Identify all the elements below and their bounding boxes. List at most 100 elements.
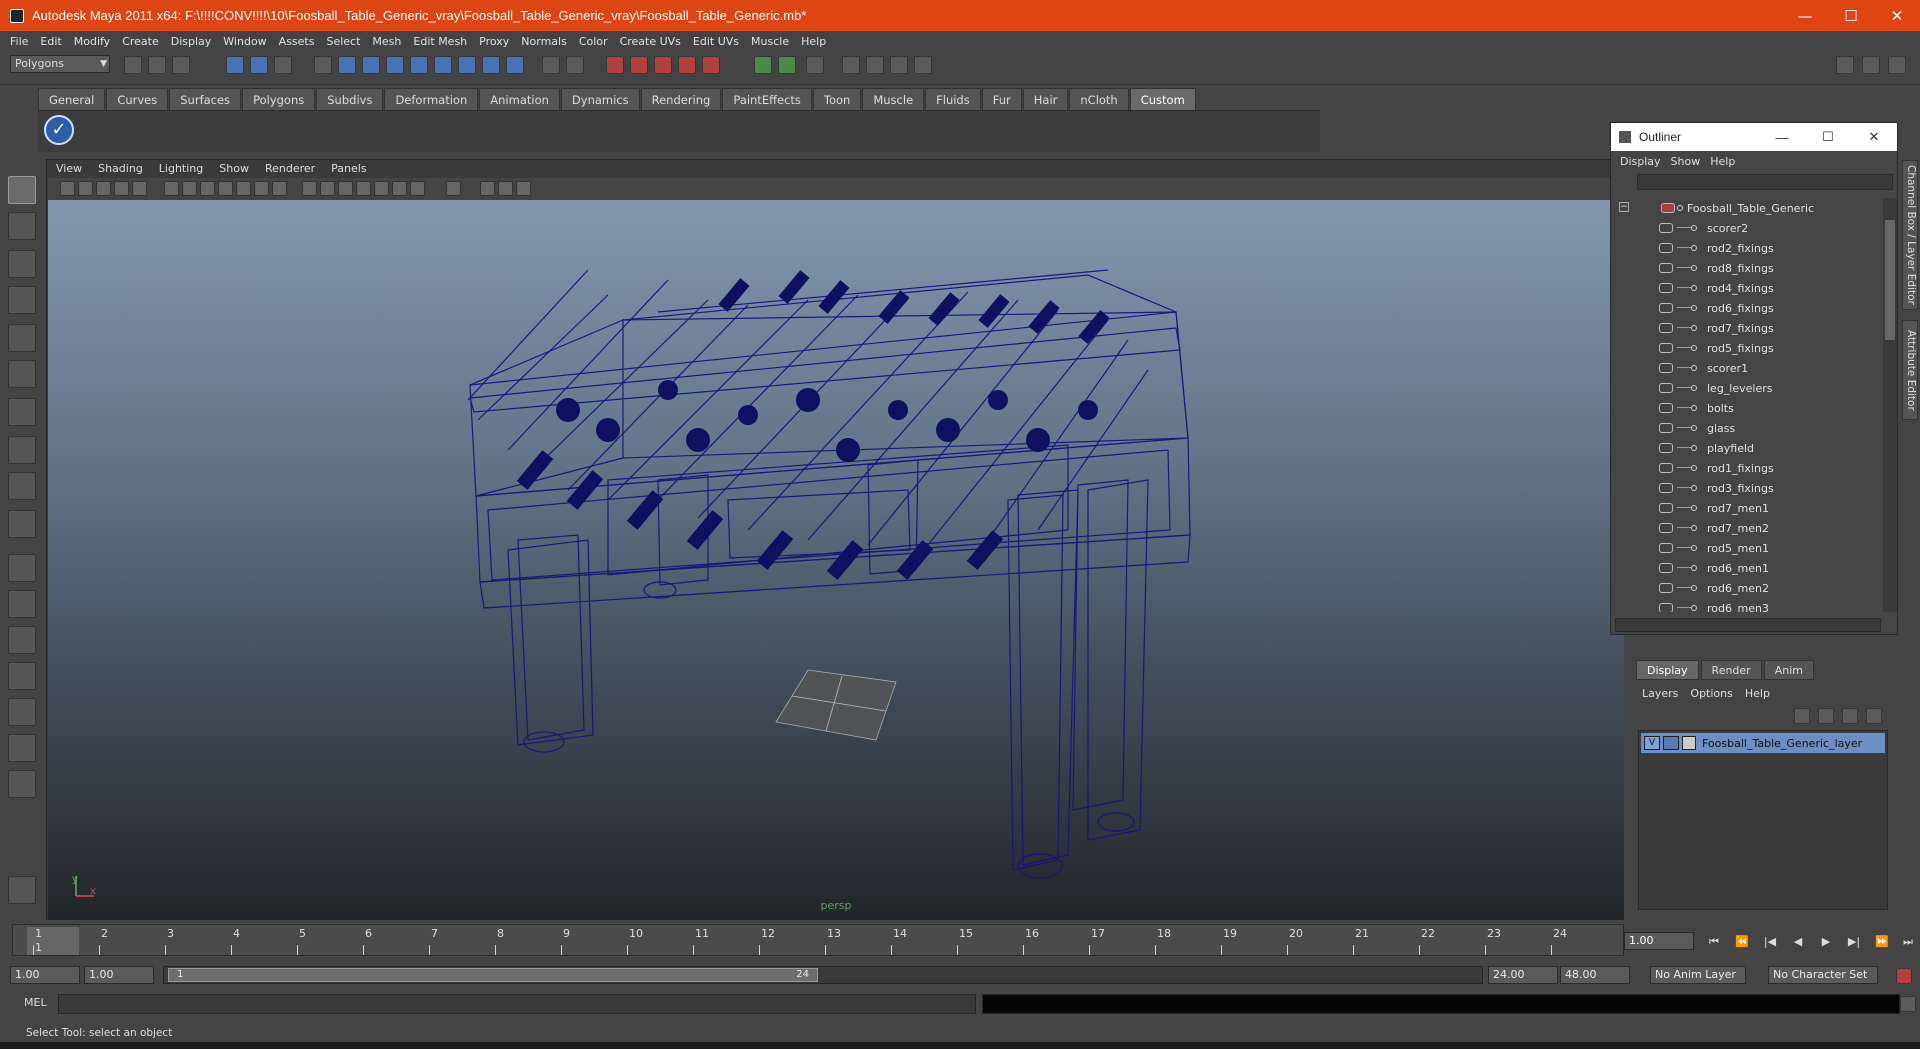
menu-help[interactable]: Help — [795, 35, 832, 48]
resolution-gate-icon[interactable] — [200, 181, 215, 196]
current-time-field[interactable]: 1.00 — [1624, 932, 1694, 950]
shelf-tab-muscle[interactable]: Muscle — [862, 88, 925, 110]
wireframe-on-shaded-icon[interactable] — [338, 181, 353, 196]
layer-tab-anim[interactable]: Anim — [1763, 660, 1814, 680]
scrollbar-thumb[interactable] — [1885, 220, 1895, 340]
play-forwards-icon[interactable]: ▶ — [1818, 934, 1834, 950]
gate-mask-icon[interactable] — [218, 181, 233, 196]
playback-start-field[interactable]: 1.00 — [84, 966, 154, 984]
layer-row[interactable]: V Foosball_Table_Generic_layer — [1641, 733, 1885, 753]
select-curves-icon[interactable] — [386, 56, 404, 74]
checkmark-icon[interactable]: ✓ — [44, 115, 74, 145]
snap-point-icon[interactable] — [654, 56, 672, 74]
step-forward-frame-icon[interactable]: ▶| — [1846, 934, 1862, 950]
menu-edit-mesh[interactable]: Edit Mesh — [407, 35, 473, 48]
select-by-component-icon[interactable] — [274, 56, 292, 74]
lasso-tool-icon[interactable] — [8, 212, 36, 240]
render-current-frame-icon[interactable] — [866, 56, 884, 74]
menu-create[interactable]: Create — [116, 35, 165, 48]
outliner-vertical-scrollbar[interactable] — [1883, 198, 1897, 612]
panel-menu-show[interactable]: Show — [211, 162, 257, 175]
ipr-render-icon[interactable] — [890, 56, 908, 74]
textured-icon[interactable] — [356, 181, 371, 196]
show-tool-settings-icon[interactable] — [1862, 56, 1880, 74]
step-back-key-icon[interactable]: ⏪ — [1734, 934, 1750, 950]
outliner-item[interactable]: rod7_men1 — [1611, 498, 1883, 518]
wireframe-icon[interactable] — [302, 181, 317, 196]
shelf-tab-polygons[interactable]: Polygons — [242, 88, 316, 110]
persp-outliner-layout-icon[interactable] — [8, 626, 36, 654]
use-all-lights-icon[interactable] — [374, 181, 389, 196]
minimize-button[interactable]: — — [1782, 0, 1828, 31]
menu-display[interactable]: Display — [165, 35, 218, 48]
smooth-shade-icon[interactable] — [320, 181, 335, 196]
more-layouts-icon[interactable] — [8, 770, 36, 798]
start-time-field[interactable]: 1.00 — [10, 966, 80, 984]
outliner-item[interactable]: rod5_fixings — [1611, 338, 1883, 358]
layer-menu-help[interactable]: Help — [1739, 687, 1776, 700]
layer-color-swatch[interactable] — [1682, 736, 1696, 750]
play-backwards-icon[interactable]: ◀ — [1790, 934, 1806, 950]
shelf-tab-hair[interactable]: Hair — [1022, 88, 1069, 110]
show-manipulator-icon[interactable] — [8, 472, 36, 500]
persp-graph-layout-icon[interactable] — [8, 662, 36, 690]
layer-type-toggle[interactable] — [1663, 736, 1679, 750]
outliner-filter-input[interactable] — [1637, 174, 1893, 190]
select-by-hierarchy-icon[interactable] — [226, 56, 244, 74]
safe-action-icon[interactable] — [254, 181, 269, 196]
script-editor-icon[interactable] — [1900, 996, 1916, 1012]
rotate-tool-icon[interactable] — [8, 324, 36, 352]
outliner-item[interactable]: leg_levelers — [1611, 378, 1883, 398]
new-empty-layer-icon[interactable] — [1842, 708, 1858, 724]
select-joints-icon[interactable] — [362, 56, 380, 74]
auto-key-icon[interactable] — [1896, 968, 1912, 984]
render-settings-icon[interactable] — [914, 56, 932, 74]
command-language-label[interactable]: MEL — [24, 996, 47, 1009]
outliner-item[interactable]: bolts — [1611, 398, 1883, 418]
outliner-item[interactable]: rod8_fixings — [1611, 258, 1883, 278]
select-by-object-icon[interactable] — [250, 56, 268, 74]
make-live-icon[interactable] — [702, 56, 720, 74]
menu-muscle[interactable]: Muscle — [745, 35, 795, 48]
lock-selection-icon[interactable] — [542, 56, 560, 74]
outliner-item[interactable]: rod1_fixings — [1611, 458, 1883, 478]
show-attribute-editor-icon[interactable] — [1836, 56, 1854, 74]
manipulator-tool-icon[interactable] — [8, 398, 36, 426]
save-scene-icon[interactable] — [172, 56, 190, 74]
bookmarks-icon[interactable] — [96, 181, 111, 196]
go-to-end-icon[interactable]: ⏭ — [1900, 934, 1916, 950]
field-chart-icon[interactable] — [236, 181, 251, 196]
single-perspective-layout-icon[interactable] — [8, 554, 36, 582]
camera-select-icon[interactable] — [60, 181, 75, 196]
menu-modify[interactable]: Modify — [68, 35, 116, 48]
select-tool-icon[interactable] — [8, 176, 36, 204]
menu-edit-uvs[interactable]: Edit UVs — [687, 35, 745, 48]
maximize-button[interactable]: ☐ — [1828, 0, 1874, 31]
menu-set-dropdown[interactable]: Polygons ▼ — [10, 55, 110, 73]
show-channel-box-icon[interactable] — [1888, 56, 1906, 74]
camera-attributes-icon[interactable] — [78, 181, 93, 196]
outliner-close-button[interactable]: ✕ — [1851, 129, 1897, 145]
persp-graph-outliner-layout-icon[interactable] — [8, 734, 36, 762]
output-connections-icon[interactable] — [778, 56, 796, 74]
high-quality-icon[interactable] — [480, 181, 495, 196]
outliner-maximize-button[interactable]: ☐ — [1805, 129, 1851, 145]
menu-color[interactable]: Color — [573, 35, 614, 48]
time-slider[interactable]: 1 1 2 3 4 5 6 7 8 9 10 11 12 13 14 15 16… — [12, 924, 1624, 956]
layer-menu-options[interactable]: Options — [1684, 687, 1738, 700]
menu-select[interactable]: Select — [320, 35, 366, 48]
attribute-editor-tab[interactable]: Attribute Editor — [1902, 320, 1918, 420]
open-scene-icon[interactable] — [148, 56, 166, 74]
texture-filter-icon[interactable] — [498, 181, 513, 196]
collapse-icon[interactable]: − — [1619, 202, 1629, 212]
move-layer-up-icon[interactable] — [1794, 708, 1810, 724]
shelf-tab-fluids[interactable]: Fluids — [925, 88, 981, 110]
outliner-item[interactable]: rod3_fixings — [1611, 478, 1883, 498]
outliner-item[interactable]: rod5_men1 — [1611, 538, 1883, 558]
outliner-item[interactable]: rod6_fixings — [1611, 298, 1883, 318]
shelf-tab-toon[interactable]: Toon — [812, 88, 862, 110]
go-to-start-icon[interactable]: ⏮ — [1706, 934, 1722, 950]
shelf-tab-curves[interactable]: Curves — [106, 88, 169, 110]
menu-edit[interactable]: Edit — [34, 35, 67, 48]
shelf-tab-deformation[interactable]: Deformation — [384, 88, 479, 110]
